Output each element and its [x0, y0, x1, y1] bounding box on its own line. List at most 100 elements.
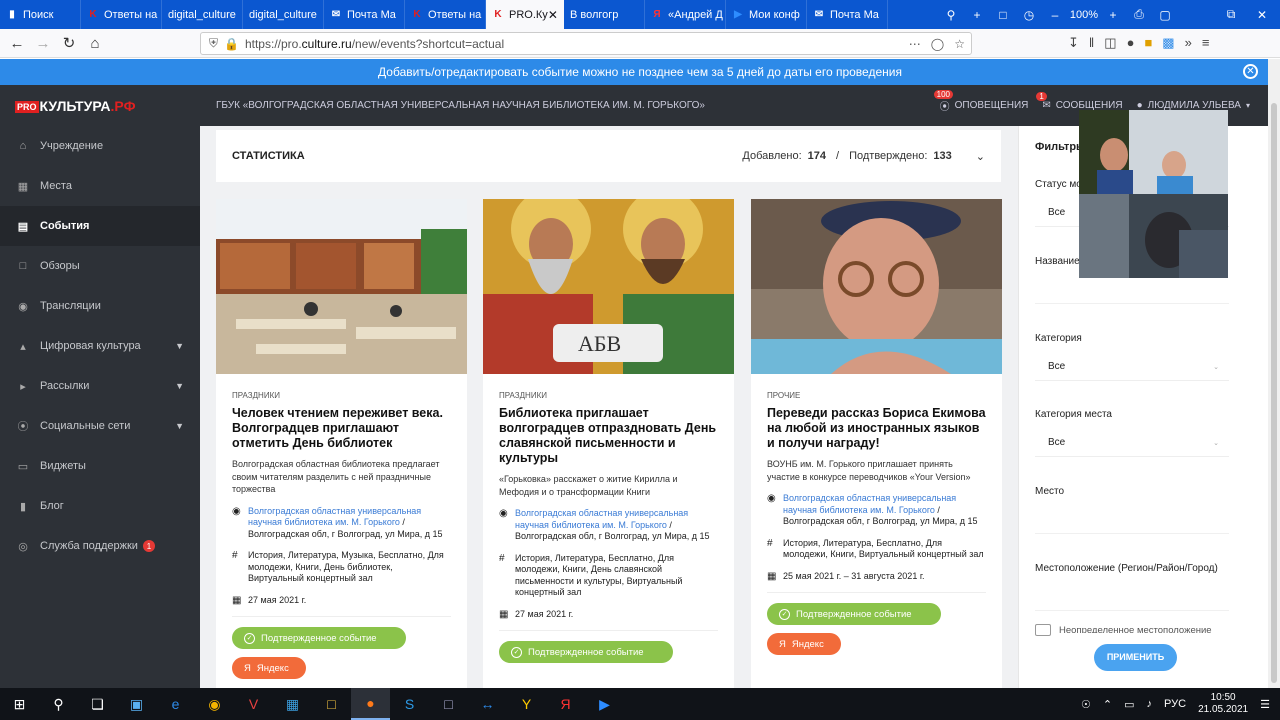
stats-panel[interactable]: СТАТИСТИКА Добавлено: 174 / Подтверждено…	[216, 130, 1001, 182]
library-icon[interactable]: ‖	[1089, 35, 1094, 51]
edge-icon[interactable]: e	[156, 688, 195, 720]
search-icon[interactable]: ⚲	[938, 8, 964, 22]
browser-tab[interactable]: K Ответы на	[81, 0, 162, 29]
place-link[interactable]: Волгоградская областная универсальная на…	[783, 493, 956, 515]
firefox-icon[interactable]: ●	[351, 688, 390, 720]
bookmark-star-icon[interactable]: ☆	[954, 37, 965, 51]
place-filter-input[interactable]	[1035, 506, 1229, 534]
event-image-portrait[interactable]	[751, 199, 1002, 374]
page-scrollbar[interactable]	[1268, 59, 1280, 688]
browser-tab[interactable]: ▮ Поиск	[0, 0, 81, 29]
sidebar-item[interactable]: ⌂ Учреждение	[0, 126, 200, 166]
volume-icon[interactable]: ♪	[1147, 698, 1153, 710]
browser-tab[interactable]: K PRO.Ку ✕	[486, 0, 564, 29]
sidebar-item[interactable]: ◉ Трансляции	[0, 286, 200, 326]
place-link[interactable]: Волгоградская областная универсальная на…	[515, 508, 688, 530]
event-card[interactable]: ПРАЗДНИКИ Человек чтением переживет века…	[216, 199, 467, 688]
folder-icon[interactable]: □	[990, 8, 1016, 22]
file-explorer-icon[interactable]: □	[312, 688, 351, 720]
yandex-browser-icon[interactable]: Y	[507, 688, 546, 720]
sidebar-item[interactable]: ▤ События	[0, 206, 200, 246]
account-icon[interactable]: ●	[1127, 35, 1135, 51]
page-actions-icon[interactable]: ⋯	[909, 37, 921, 51]
browser-tab[interactable]: Я «Андрей Д	[645, 0, 726, 29]
chrome-icon[interactable]: ◉	[195, 688, 234, 720]
sidebar-item[interactable]: ▮ Блог	[0, 486, 200, 526]
clock[interactable]: 10:50 21.05.2021	[1198, 692, 1248, 716]
sidebar-item[interactable]: ▦ Места	[0, 166, 200, 206]
unknown-location-checkbox[interactable]	[1035, 624, 1051, 636]
close-tab-icon[interactable]: ✕	[548, 8, 558, 22]
sidebar-item[interactable]: ▭ Виджеты	[0, 446, 200, 486]
menu-icon[interactable]: ≡	[1202, 35, 1210, 51]
sidebar-item[interactable]: ◎ Служба поддержки 1	[0, 526, 200, 566]
yandex-badge[interactable]: Я Яндекс	[767, 633, 841, 655]
close-window-icon[interactable]: ✕	[1244, 8, 1280, 22]
url-bar[interactable]: ⛨ 🔒 https://pro. culture.ru/new/events?sh…	[200, 32, 972, 55]
cart-icon[interactable]: ▩	[1162, 35, 1174, 51]
place-category-filter-select[interactable]: Все ⌄	[1035, 429, 1229, 457]
start-icon[interactable]: ⊞	[0, 688, 39, 720]
overflow-icon[interactable]: »	[1185, 35, 1192, 51]
history-icon[interactable]: ◷	[1016, 8, 1042, 22]
language-indicator[interactable]: РУС	[1164, 698, 1186, 710]
search-icon[interactable]: ⚲	[39, 688, 78, 720]
browser-tab[interactable]: ✉ Почта Ma	[807, 0, 888, 29]
app-icon-3[interactable]: □	[429, 688, 468, 720]
status-badge[interactable]: ✓ Подтвержденное событие	[499, 641, 673, 663]
yandex-icon[interactable]: Я	[546, 688, 585, 720]
card-title[interactable]: Переведи рассказ Бориса Екимова на любой…	[767, 406, 986, 451]
browser-tab[interactable]: В волгогр	[564, 0, 645, 29]
place-link[interactable]: Волгоградская областная универсальная на…	[248, 506, 421, 528]
site-logo[interactable]: PRO КУЛЬТУРА.РФ	[0, 98, 200, 114]
chevron-down-icon[interactable]: ⌄	[976, 150, 985, 163]
category-filter-select[interactable]: Все ⌄	[1035, 353, 1229, 381]
event-card[interactable]: ПРОЧИЕ Переведи рассказ Бориса Екимова н…	[751, 199, 1002, 688]
card-title[interactable]: Библиотека приглашает волгоградцев отпра…	[499, 406, 718, 466]
browser-tab[interactable]: K Ответы на	[405, 0, 486, 29]
restore-window-icon[interactable]: ⧉	[1218, 7, 1244, 22]
video-call-overlay[interactable]	[1079, 110, 1228, 278]
back-icon[interactable]: ←	[4, 35, 30, 52]
card-title[interactable]: Человек чтением переживет века. Волгогра…	[232, 406, 451, 451]
sidebar-item[interactable]: ▸ Рассылки ▼	[0, 366, 200, 406]
task-view-icon[interactable]: ❏	[78, 688, 117, 720]
yandex-badge[interactable]: Я Яндекс	[232, 657, 306, 679]
event-image-icon[interactable]: АБВ	[483, 199, 734, 374]
reload-icon[interactable]: ↻	[56, 34, 82, 52]
location-filter-input[interactable]	[1035, 583, 1229, 611]
notification-center-icon[interactable]: ☰	[1260, 698, 1270, 711]
event-card[interactable]: АБВ ПРАЗДНИКИ Библиотека приглашает волг…	[483, 199, 734, 688]
status-badge[interactable]: ✓ Подтвержденное событие	[767, 603, 941, 625]
zoom-out-icon[interactable]: –	[1042, 8, 1068, 22]
extension-icon[interactable]: ■	[1144, 35, 1152, 51]
browser-tab[interactable]: digital_culture	[243, 0, 324, 29]
close-icon[interactable]: ✕	[1243, 64, 1258, 79]
forward-icon[interactable]: →	[30, 35, 56, 52]
screenshot-icon[interactable]: ▢	[1152, 8, 1178, 22]
notifications-button[interactable]: 100 ⦿ ОПОВЕЩЕНИЯ	[933, 90, 1028, 113]
vivaldi-icon[interactable]: V	[234, 688, 273, 720]
download-icon[interactable]: ↧	[1068, 35, 1079, 51]
app-icon-2[interactable]: ▦	[273, 688, 312, 720]
skype-icon[interactable]: S	[390, 688, 429, 720]
zoom-in-icon[interactable]: +	[1100, 8, 1126, 22]
person-icon[interactable]: ☉	[1081, 698, 1091, 711]
battery-icon[interactable]: ▭	[1124, 698, 1134, 711]
pocket-icon[interactable]: ◯	[931, 37, 944, 51]
plus-icon[interactable]: +	[964, 8, 990, 22]
print-icon[interactable]: ⎙	[1126, 7, 1152, 22]
sidebar-item[interactable]: □ Обзоры	[0, 246, 200, 286]
sidebar-item[interactable]: ⦿ Социальные сети ▼	[0, 406, 200, 446]
app-icon-1[interactable]: ▣	[117, 688, 156, 720]
zoom-icon[interactable]: ▶	[585, 688, 624, 720]
sidebar-toggle-icon[interactable]: ◫	[1104, 35, 1116, 51]
event-image-library[interactable]	[216, 199, 467, 374]
browser-tab[interactable]: ✉ Почта Ma	[324, 0, 405, 29]
teamviewer-icon[interactable]: ↔	[468, 688, 507, 720]
status-badge[interactable]: ✓ Подтвержденное событие	[232, 627, 406, 649]
scrollbar-thumb[interactable]	[1271, 103, 1277, 683]
chevron-up-icon[interactable]: ⌃	[1103, 698, 1112, 711]
browser-tab[interactable]: digital_culture	[162, 0, 243, 29]
home-icon[interactable]: ⌂	[82, 35, 108, 52]
